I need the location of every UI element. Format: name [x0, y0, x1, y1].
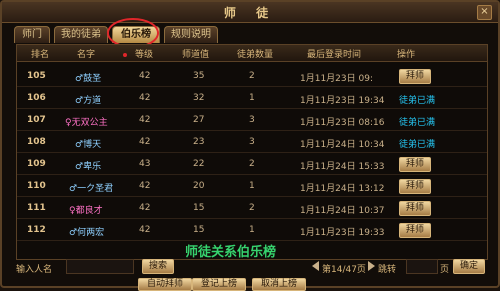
search-button[interactable]: 搜索: [142, 259, 175, 274]
col-last-login: 最后登录时间: [307, 50, 362, 60]
rank: 107: [27, 115, 46, 125]
apprentice-full-label: 徒弟已满: [399, 140, 436, 150]
table-row: 105 ♂鼓圣 42 35 2 1月11月23日 09: 拜师: [17, 65, 487, 87]
register-rank-button[interactable]: 登记上榜: [192, 278, 247, 291]
last-login: 1月11月24日 10:37: [300, 206, 385, 216]
name-input-label: 输入人名: [16, 265, 53, 275]
player-name[interactable]: ♂方道: [75, 93, 101, 106]
rank: 105: [27, 71, 46, 81]
apprentice-count: 1: [249, 93, 255, 103]
shidao-value: 15: [193, 225, 205, 235]
shidao-value: 27: [193, 115, 205, 125]
player-name[interactable]: ♀无双公主: [65, 115, 108, 128]
level: 42: [139, 225, 151, 235]
table-footer: 输入人名 搜索 第14/47页 跳转 页 确定: [16, 259, 486, 277]
apprentice-full-label: 徒弟已满: [399, 118, 436, 128]
table-row: 110 ♂一ク圣君 42 20 1 1月11月24日 13:12 拜师: [17, 175, 487, 197]
last-login: 1月11月23日 19:33: [300, 228, 385, 238]
last-login: 1月11月23日 19:34: [300, 96, 385, 106]
apprentice-count: 1: [249, 225, 255, 235]
page-jump-input[interactable]: [406, 259, 438, 274]
rank: 106: [27, 93, 46, 103]
shidao-value: 23: [193, 137, 205, 147]
rank: 110: [27, 181, 46, 191]
apprentice-button[interactable]: 拜师: [399, 223, 432, 238]
tab-my-apprentice[interactable]: 我的徒弟: [54, 26, 108, 43]
level: 42: [139, 181, 151, 191]
col-apprentice-count: 徒弟数量: [237, 50, 274, 60]
page-indicator: 第14/47页: [322, 265, 366, 275]
table-row: 111 ♀都良才 42 15 2 1月11月24日 10:37 拜师: [17, 197, 487, 219]
level: 42: [139, 137, 151, 147]
jump-label: 跳转: [378, 265, 397, 275]
next-page-icon[interactable]: [368, 261, 375, 271]
apprentice-button[interactable]: 拜师: [399, 179, 432, 194]
player-name[interactable]: ♂一ク圣君: [69, 181, 113, 194]
close-button[interactable]: ×: [477, 5, 492, 20]
col-name: 名字: [77, 50, 96, 60]
bottom-actions: 自动拜师 登记上榜 取消上榜: [2, 278, 498, 291]
apprentice-button[interactable]: 拜师: [399, 69, 432, 84]
apprentice-count: 2: [249, 159, 255, 169]
prev-page-icon[interactable]: [312, 261, 319, 271]
col-shidao: 师道值: [182, 50, 210, 60]
apprentice-button[interactable]: 拜师: [399, 201, 432, 216]
apprentice-button[interactable]: 拜师: [399, 157, 432, 172]
name-search-input[interactable]: [66, 259, 134, 274]
player-name[interactable]: ♀都良才: [69, 203, 103, 216]
tab-rules[interactable]: 规则说明: [164, 26, 218, 43]
rank: 108: [27, 137, 46, 147]
level: 43: [139, 159, 151, 169]
rank: 112: [27, 225, 46, 235]
rank: 111: [27, 203, 46, 213]
last-login: 1月11月23日 08:16: [300, 118, 385, 128]
player-name[interactable]: ♂博天: [75, 137, 101, 150]
page-suffix-label: 页: [440, 265, 450, 275]
table-row: 109 ♂卑乐 43 22 2 1月11月24日 15:33 拜师: [17, 153, 487, 175]
level: 42: [139, 93, 151, 103]
player-name[interactable]: ♂何两宏: [69, 225, 104, 238]
tab-shimen[interactable]: 师门: [14, 26, 50, 43]
last-login: 1月11月24日 15:33: [300, 162, 385, 172]
level: 42: [139, 115, 151, 125]
player-name[interactable]: ♂鼓圣: [75, 71, 101, 84]
col-level: 等级: [135, 50, 154, 60]
shidao-value: 20: [193, 181, 205, 191]
apprentice-count: 1: [249, 181, 255, 191]
auto-apprentice-button[interactable]: 自动拜师: [138, 278, 193, 291]
table-header: 排名 名字 等级 师道值 徒弟数量 最后登录时间 操作: [17, 45, 487, 62]
title-bar: 师 徒 ×: [2, 2, 498, 23]
shidao-value: 15: [193, 203, 205, 213]
table-row: 112 ♂何两宏 42 15 1 1月11月23日 19:33 拜师: [17, 219, 487, 241]
player-name[interactable]: ♂卑乐: [75, 159, 101, 172]
last-login: 1月11月24日 10:34: [300, 140, 385, 150]
level: 42: [139, 203, 151, 213]
last-login: 1月11月24日 13:12: [300, 184, 385, 194]
col-rank: 排名: [31, 50, 50, 60]
level: 42: [139, 71, 151, 81]
shidao-value: 22: [193, 159, 205, 169]
table-row: 106 ♂方道 42 32 1 1月11月23日 19:34 徒弟已满: [17, 87, 487, 109]
red-marker-dot: [123, 53, 127, 57]
last-login: 1月11月23日 09:: [300, 74, 373, 84]
confirm-button[interactable]: 确定: [453, 259, 486, 274]
overlay-caption: 师徒关系伯乐榜: [185, 245, 277, 260]
shidao-value: 32: [193, 93, 205, 103]
rank: 109: [27, 159, 46, 169]
apprentice-count: 3: [249, 137, 255, 147]
ranking-table: 排名 名字 等级 师道值 徒弟数量 最后登录时间 操作 105 ♂鼓圣 42 3…: [16, 44, 488, 260]
apprentice-count: 2: [249, 71, 255, 81]
col-action: 操作: [397, 50, 416, 60]
cancel-rank-button[interactable]: 取消上榜: [252, 278, 307, 291]
apprentice-count: 2: [249, 203, 255, 213]
shidao-value: 35: [193, 71, 205, 81]
table-row: 108 ♂博天 42 23 3 1月11月24日 10:34 徒弟已满: [17, 131, 487, 153]
master-apprentice-window: 师 徒 × 师门 我的徒弟 伯乐榜 规则说明 排名 名字 等级 师道值 徒弟数量…: [0, 0, 500, 291]
table-row: 107 ♀无双公主 42 27 3 1月11月23日 08:16 徒弟已满: [17, 109, 487, 131]
apprentice-count: 3: [249, 115, 255, 125]
apprentice-full-label: 徒弟已满: [399, 96, 436, 106]
window-title: 师 徒: [223, 6, 277, 20]
